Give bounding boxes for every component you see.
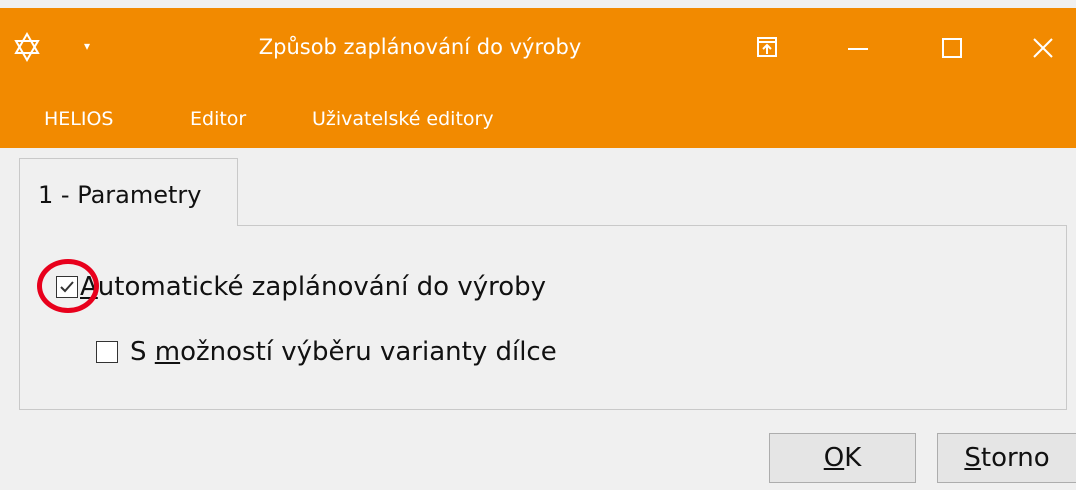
window-title: Způsob zaplánování do výroby (258, 35, 582, 59)
auto-plan-checkbox[interactable] (56, 276, 78, 298)
variant-selection-label: S možností výběru varianty dílce (130, 337, 557, 367)
cancel-button[interactable]: Storno (937, 433, 1076, 483)
menu-item-helios[interactable]: HELIOS (44, 104, 114, 134)
maximize-icon[interactable] (930, 28, 974, 68)
tab-label: 1 - Parametry (38, 181, 202, 209)
title-bar: ▾ Způsob zaplánování do výroby (0, 8, 1076, 90)
pin-window-icon[interactable] (752, 32, 782, 62)
menu-item-user-editors[interactable]: Uživatelské editory (312, 104, 494, 134)
tab-parameters[interactable]: 1 - Parametry (19, 158, 238, 226)
auto-plan-checkbox-row[interactable]: Automatické zaplánování do výroby (56, 270, 546, 304)
variant-selection-checkbox-row[interactable]: S možností výběru varianty dílce (96, 335, 557, 369)
menu-bar: HELIOS Editor Uživatelské editory (0, 90, 1076, 148)
ok-button[interactable]: OK (769, 433, 916, 483)
close-icon[interactable] (1018, 28, 1068, 68)
checkmark-icon (60, 281, 74, 293)
tab-panel-parameters (19, 225, 1067, 410)
dropdown-arrow-icon[interactable]: ▾ (78, 34, 96, 58)
dialog-window: ▾ Způsob zaplánování do výroby HELIOS Ed… (0, 0, 1084, 490)
variant-selection-checkbox[interactable] (96, 341, 118, 363)
menu-item-editor[interactable]: Editor (190, 104, 246, 134)
star-of-david-icon[interactable] (12, 32, 42, 62)
minimize-icon[interactable] (836, 28, 880, 68)
auto-plan-label: Automatické zaplánování do výroby (80, 272, 547, 302)
